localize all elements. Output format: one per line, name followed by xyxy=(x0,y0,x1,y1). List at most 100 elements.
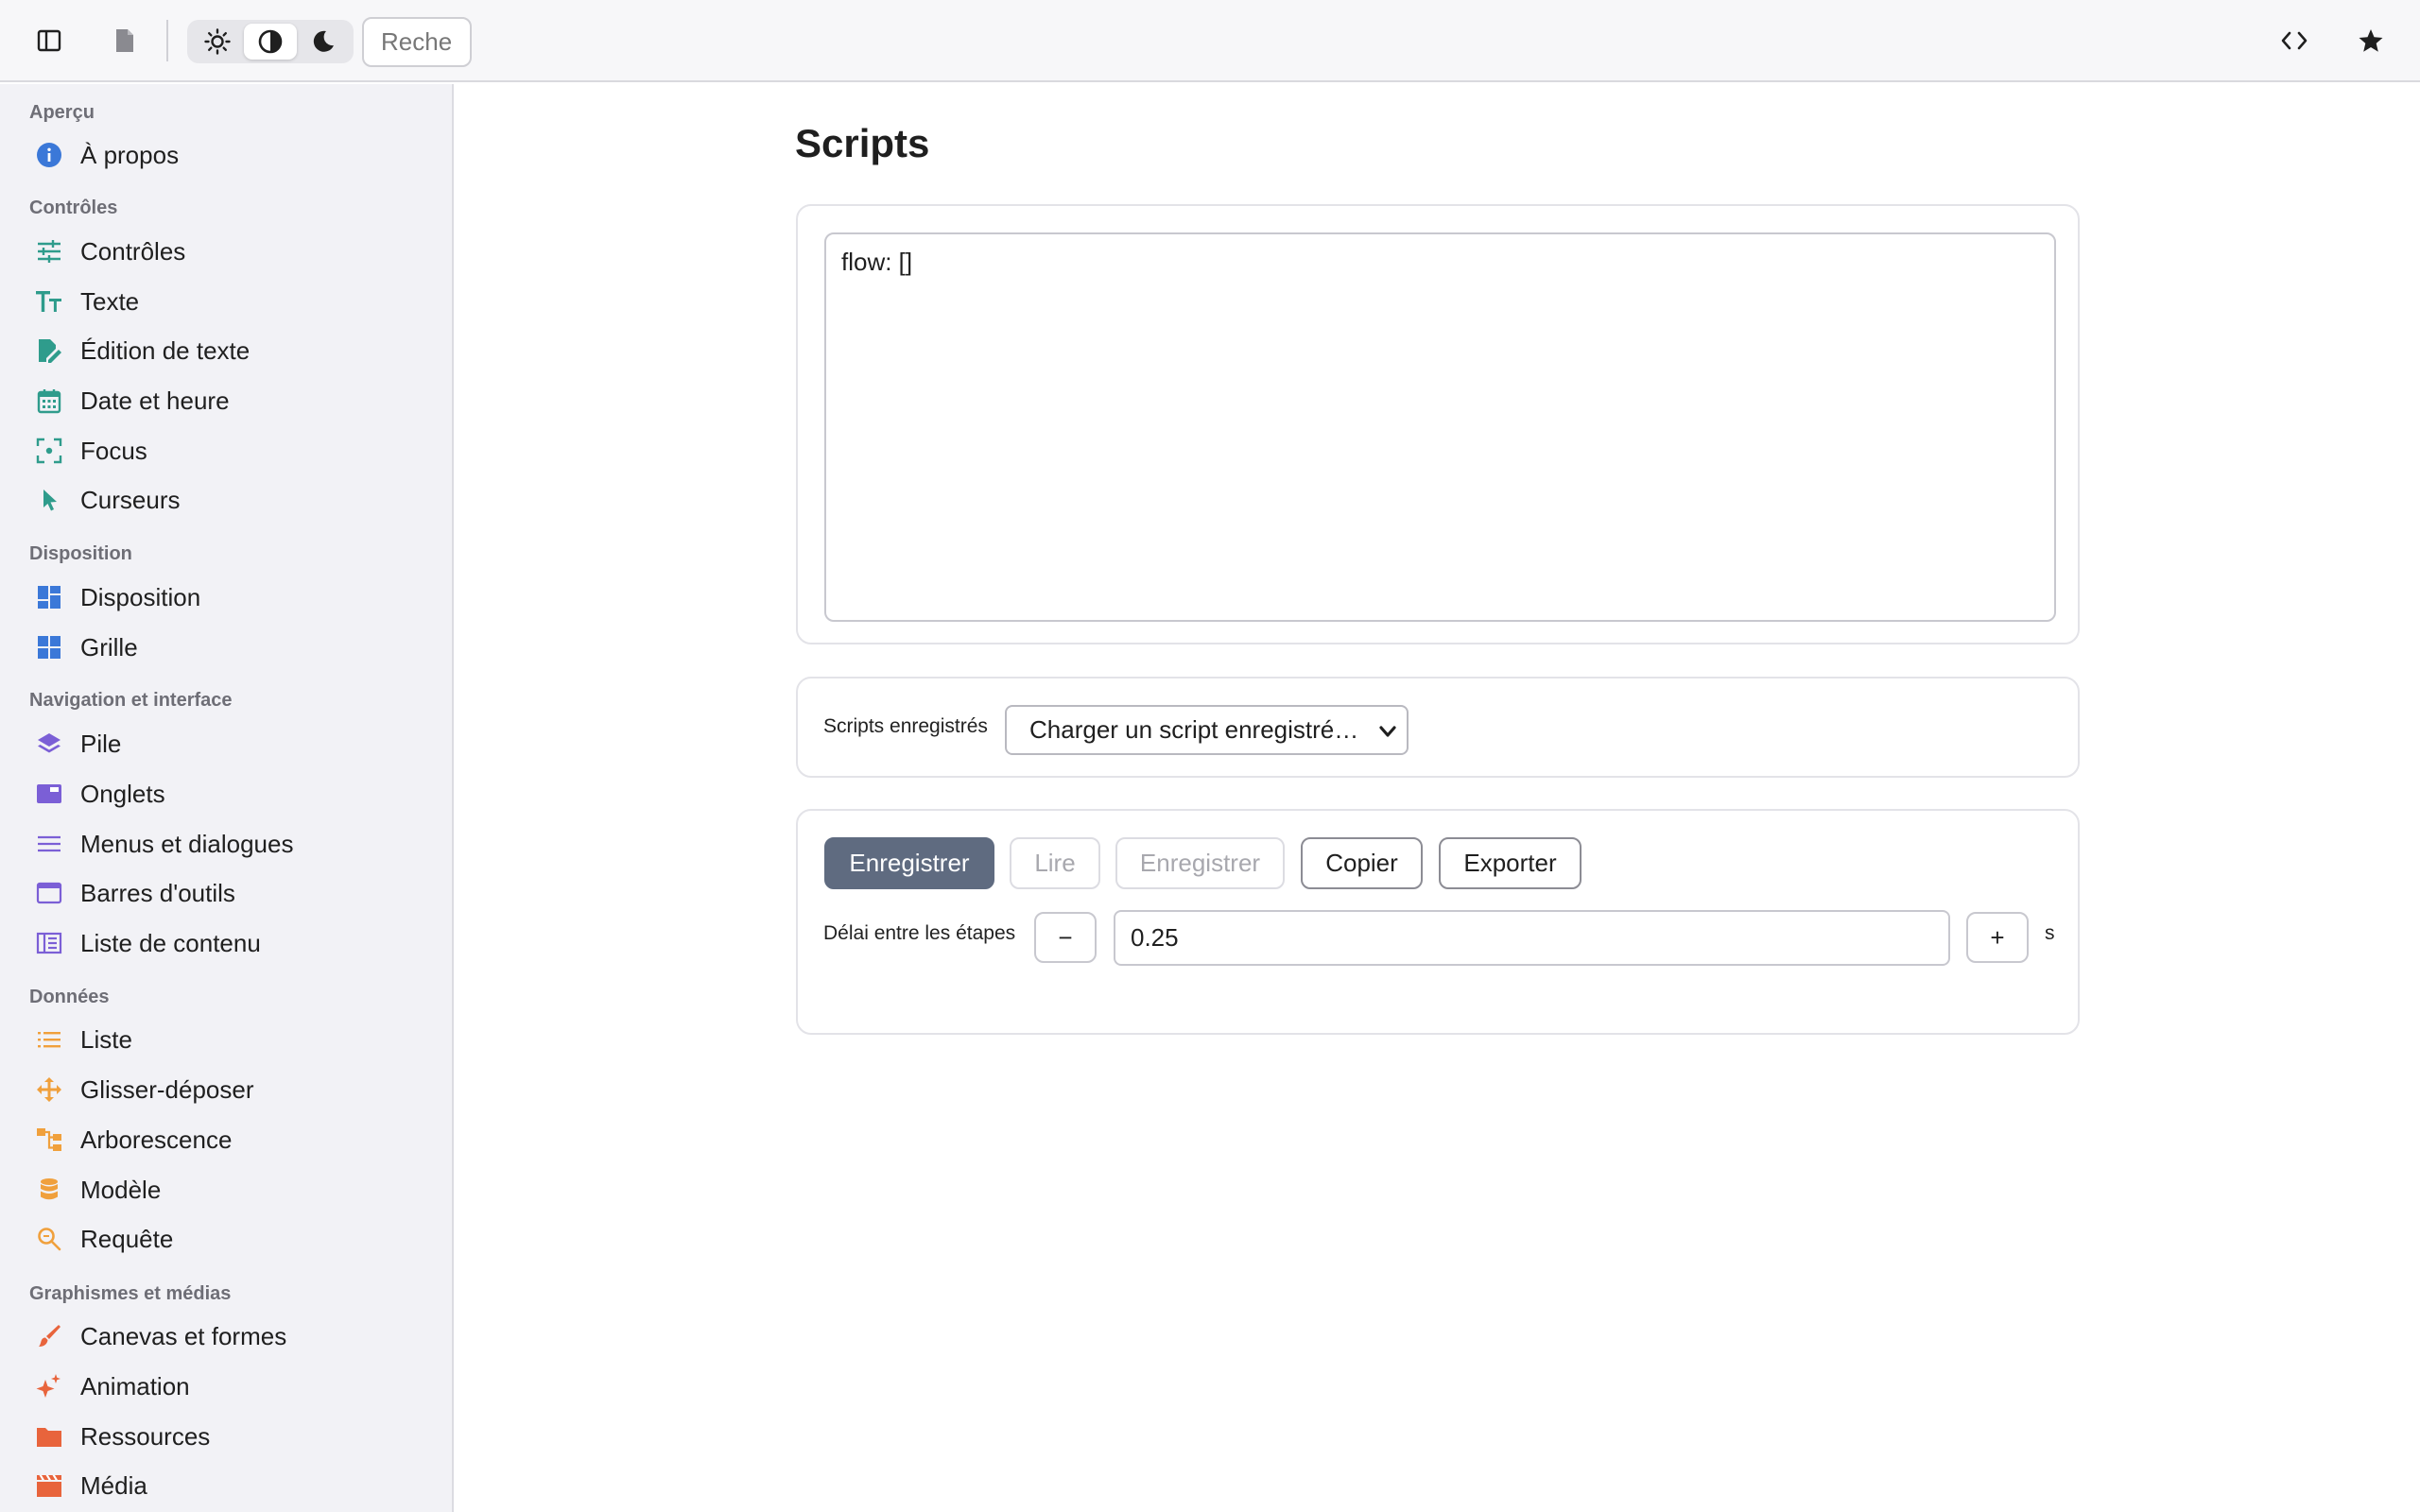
sidebar-item-label: Liste de contenu xyxy=(80,928,261,957)
section-title-apercu: Aperçu xyxy=(29,102,95,123)
star-icon xyxy=(2359,29,2383,52)
menu-icon xyxy=(34,829,64,859)
script-editor[interactable]: flow: [] xyxy=(824,232,2056,622)
sidebar-item-label: Glisser-déposer xyxy=(80,1074,254,1104)
sidebar-item-curseurs[interactable]: Curseurs xyxy=(0,476,452,524)
sidebar-item-label: Curseurs xyxy=(80,485,181,514)
export-button[interactable]: Exporter xyxy=(1439,837,1582,889)
pointer-icon xyxy=(34,485,64,515)
theme-light-option[interactable] xyxy=(191,24,244,60)
grid-icon xyxy=(34,632,64,662)
sidebar-item-label: Date et heure xyxy=(80,386,230,415)
folder-icon xyxy=(34,1421,64,1452)
section-title-controles: Contrôles xyxy=(29,198,118,218)
search-input[interactable] xyxy=(362,17,472,67)
search-icon xyxy=(34,1224,64,1254)
sidebar-item-media[interactable]: Média xyxy=(0,1462,452,1509)
sparkle-icon xyxy=(34,1371,64,1401)
sidebar-item-a-propos[interactable]: À propos xyxy=(0,131,452,179)
favorite-button[interactable] xyxy=(2348,18,2394,63)
sidebar-item-label: À propos xyxy=(80,140,180,169)
text-icon xyxy=(34,286,64,317)
sidebar-item-barres-d-outils[interactable]: Barres d'outils xyxy=(0,869,452,917)
sidebar-item-modele[interactable]: Modèle xyxy=(0,1166,452,1213)
sidebar-item-liste-de-contenu[interactable]: Liste de contenu xyxy=(0,919,452,967)
sliders-icon xyxy=(34,236,64,266)
saved-scripts-select[interactable]: Charger un script enregistré… xyxy=(1005,705,1409,755)
edit-document-icon xyxy=(34,335,64,366)
sidebar-item-label: Modèle xyxy=(80,1175,162,1204)
saved-scripts-label: Scripts enregistrés xyxy=(823,715,988,737)
toolbar-icon xyxy=(34,878,64,908)
sidebar-item-focus[interactable]: Focus xyxy=(0,427,452,474)
brush-icon xyxy=(34,1321,64,1351)
database-icon xyxy=(34,1175,64,1205)
theme-auto-option[interactable] xyxy=(244,24,297,60)
delay-increment-button[interactable]: + xyxy=(1966,912,2029,963)
copy-button[interactable]: Copier xyxy=(1301,837,1423,889)
play-button[interactable]: Lire xyxy=(1010,837,1100,889)
calendar-icon xyxy=(34,386,64,416)
view-source-button[interactable] xyxy=(2272,18,2317,63)
document-button[interactable] xyxy=(102,18,147,63)
sidebar-item-label: Focus xyxy=(80,436,147,465)
sidebar-item-controles[interactable]: Contrôles xyxy=(0,228,452,275)
content-list-icon xyxy=(34,928,64,958)
section-title-graphismes: Graphismes et médias xyxy=(29,1283,232,1304)
code-icon xyxy=(2281,31,2308,50)
sun-icon xyxy=(204,28,231,55)
sidebar-item-label: Pile xyxy=(80,729,122,758)
sidebar-item-label: Disposition xyxy=(80,582,201,611)
delay-input[interactable] xyxy=(1114,910,1950,966)
document-icon xyxy=(116,29,133,52)
section-title-donnees: Données xyxy=(29,987,110,1007)
sidebar-item-label: Requête xyxy=(80,1224,174,1253)
sidebar-item-label: Animation xyxy=(80,1371,190,1400)
moon-icon xyxy=(313,30,334,52)
sidebar-item-date-et-heure[interactable]: Date et heure xyxy=(0,377,452,424)
tab-icon xyxy=(34,779,64,809)
saved-scripts-card xyxy=(796,677,2080,778)
sidebar-item-menus-et-dialogues[interactable]: Menus et dialogues xyxy=(0,820,452,868)
theme-switcher xyxy=(187,20,354,63)
sidebar-toggle-button[interactable] xyxy=(26,18,72,63)
info-icon xyxy=(34,140,64,170)
tree-icon xyxy=(34,1125,64,1155)
chevron-down-icon xyxy=(1379,726,1396,737)
sidebar-item-label: Édition de texte xyxy=(80,335,251,365)
save-button[interactable]: Enregistrer xyxy=(1115,837,1285,889)
focus-icon xyxy=(34,436,64,466)
saved-scripts-select-value: Charger un script enregistré… xyxy=(1029,715,1359,744)
page-title: Scripts xyxy=(795,121,930,165)
sidebar-item-ressources[interactable]: Ressources xyxy=(0,1413,452,1460)
sidebar-item-disposition[interactable]: Disposition xyxy=(0,574,452,621)
sidebar-item-arborescence[interactable]: Arborescence xyxy=(0,1116,452,1163)
dashboard-icon xyxy=(34,582,64,612)
sidebar-item-liste[interactable]: Liste xyxy=(0,1016,452,1063)
layers-icon xyxy=(34,729,64,759)
sidebar-item-texte[interactable]: Texte xyxy=(0,278,452,325)
move-icon xyxy=(34,1074,64,1105)
list-icon xyxy=(34,1024,64,1055)
sidebar-item-onglets[interactable]: Onglets xyxy=(0,770,452,817)
sidebar-item-glisser-deposer[interactable]: Glisser-déposer xyxy=(0,1066,452,1113)
delay-unit: s xyxy=(2045,922,2055,944)
top-toolbar xyxy=(0,0,2420,82)
sidebar-item-animation[interactable]: Animation xyxy=(0,1363,452,1410)
section-title-navigation: Navigation et interface xyxy=(29,690,233,711)
sidebar-item-requete[interactable]: Requête xyxy=(0,1215,452,1263)
record-button[interactable]: Enregistrer xyxy=(824,837,994,889)
clapperboard-icon xyxy=(34,1470,64,1501)
delay-decrement-button[interactable]: − xyxy=(1034,912,1097,963)
sidebar-item-label: Contrôles xyxy=(80,236,186,266)
sidebar-item-canevas-et-formes[interactable]: Canevas et formes xyxy=(0,1313,452,1360)
sidebar-item-grille[interactable]: Grille xyxy=(0,624,452,671)
theme-dark-option[interactable] xyxy=(297,24,350,60)
sidebar-item-edition-de-texte[interactable]: Édition de texte xyxy=(0,327,452,374)
sidebar-item-label: Arborescence xyxy=(80,1125,233,1154)
sidebar-item-label: Onglets xyxy=(80,779,165,808)
sidebar-icon xyxy=(37,29,61,52)
sidebar-item-label: Menus et dialogues xyxy=(80,829,294,858)
sidebar-item-pile[interactable]: Pile xyxy=(0,720,452,767)
sidebar-item-label: Média xyxy=(80,1470,147,1500)
